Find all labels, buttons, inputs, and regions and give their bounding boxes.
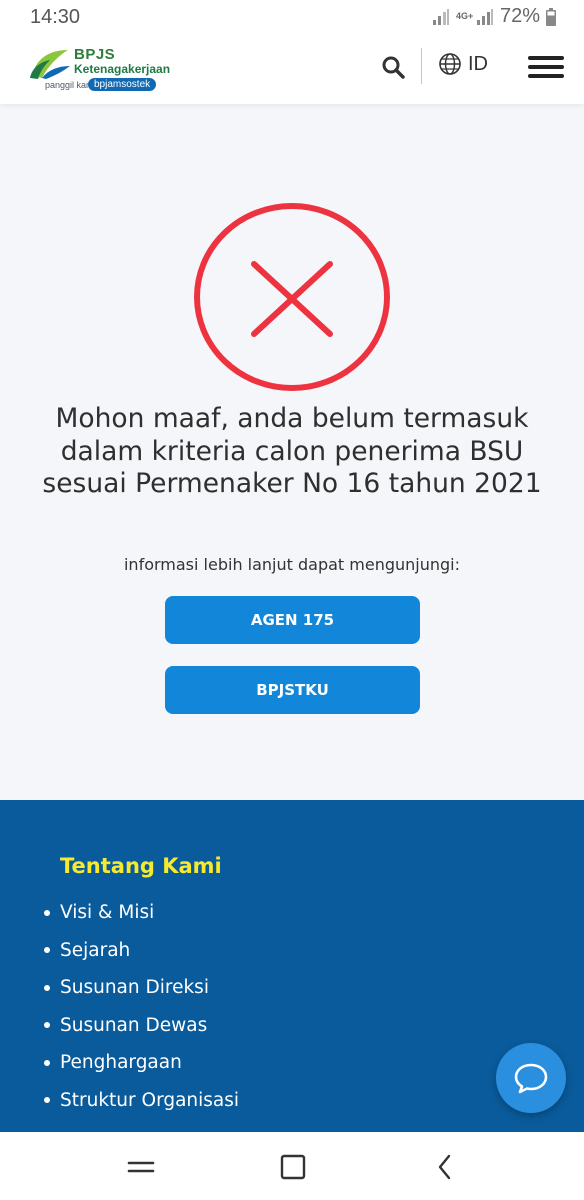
search-icon (382, 56, 405, 79)
hamburger-menu-button[interactable] (528, 56, 564, 80)
footer-link-label: Visi & Misi (60, 902, 155, 924)
error-x-icon (194, 203, 390, 391)
bullet-icon (44, 1097, 50, 1104)
system-nav-bar (0, 1132, 584, 1200)
home-icon[interactable] (278, 1152, 308, 1182)
footer-link-label: Susunan Direksi (60, 977, 209, 999)
footer-link-susunan-direksi[interactable]: Susunan Direksi (44, 969, 239, 1007)
footer-link-label: Susunan Dewas (60, 1014, 208, 1036)
status-bar: 14:30 4G+ 72% (0, 0, 584, 36)
agen-175-button[interactable]: AGEN 175 (165, 596, 420, 644)
bpjstku-button[interactable]: BPJSTKU (165, 666, 420, 714)
status-icons: 4G+ 72% (432, 5, 556, 28)
logo-pill: bpjamsostek (88, 78, 157, 91)
bullet-icon (44, 1022, 50, 1029)
signal-icon (432, 8, 449, 25)
footer-link-penghargaan[interactable]: Penghargaan (44, 1044, 239, 1082)
hamburger-line (528, 74, 564, 78)
hamburger-line (528, 65, 564, 69)
header-divider (421, 48, 422, 84)
footer-link-struktur-organisasi[interactable]: Struktur Organisasi (44, 1082, 239, 1120)
site-header: BPJS Ketenagakerjaan panggil kami bpjams… (0, 36, 584, 104)
footer-link-label: Struktur Organisasi (60, 1089, 240, 1111)
footer-links: Visi & Misi Sejarah Susunan Direksi Susu… (44, 894, 239, 1119)
globe-icon (439, 53, 461, 75)
network-type: 4G+ (455, 11, 474, 21)
error-message: Mohon maaf, anda belum termasuk dalam kr… (42, 403, 542, 499)
bullet-icon (44, 984, 50, 991)
back-icon[interactable] (430, 1152, 460, 1182)
footer-link-label: Sejarah (60, 939, 131, 961)
hamburger-menu-icon (528, 56, 564, 60)
battery-percent: 72% (499, 5, 540, 27)
language-label: ID (468, 52, 488, 75)
signal-icon (476, 8, 493, 25)
bpjs-logo[interactable]: BPJS Ketenagakerjaan panggil kami bpjams… (28, 44, 188, 96)
search-button[interactable] (380, 54, 408, 82)
status-time: 14:30 (30, 6, 81, 28)
recent-apps-icon[interactable] (126, 1152, 156, 1182)
footer-link-label: Penghargaan (60, 1052, 182, 1074)
footer-title: Tentang Kami (60, 854, 222, 878)
logo-brand: BPJS (74, 46, 116, 63)
footer-link-visi-misi[interactable]: Visi & Misi (44, 894, 239, 932)
language-switcher[interactable]: ID (438, 52, 488, 76)
bullet-icon (44, 1059, 50, 1066)
footer-link-sejarah[interactable]: Sejarah (44, 932, 239, 970)
logo-name: Ketenagakerjaan (74, 62, 171, 76)
chat-button[interactable] (496, 1043, 566, 1113)
info-text: informasi lebih lanjut dapat mengunjungi… (123, 555, 461, 574)
bullet-icon (44, 947, 50, 954)
chat-bubble-icon (514, 1063, 548, 1094)
bullet-icon (44, 909, 50, 916)
battery-icon (546, 7, 556, 26)
footer-link-susunan-dewas[interactable]: Susunan Dewas (44, 1007, 239, 1045)
bpjs-leaf-icon (30, 50, 70, 79)
